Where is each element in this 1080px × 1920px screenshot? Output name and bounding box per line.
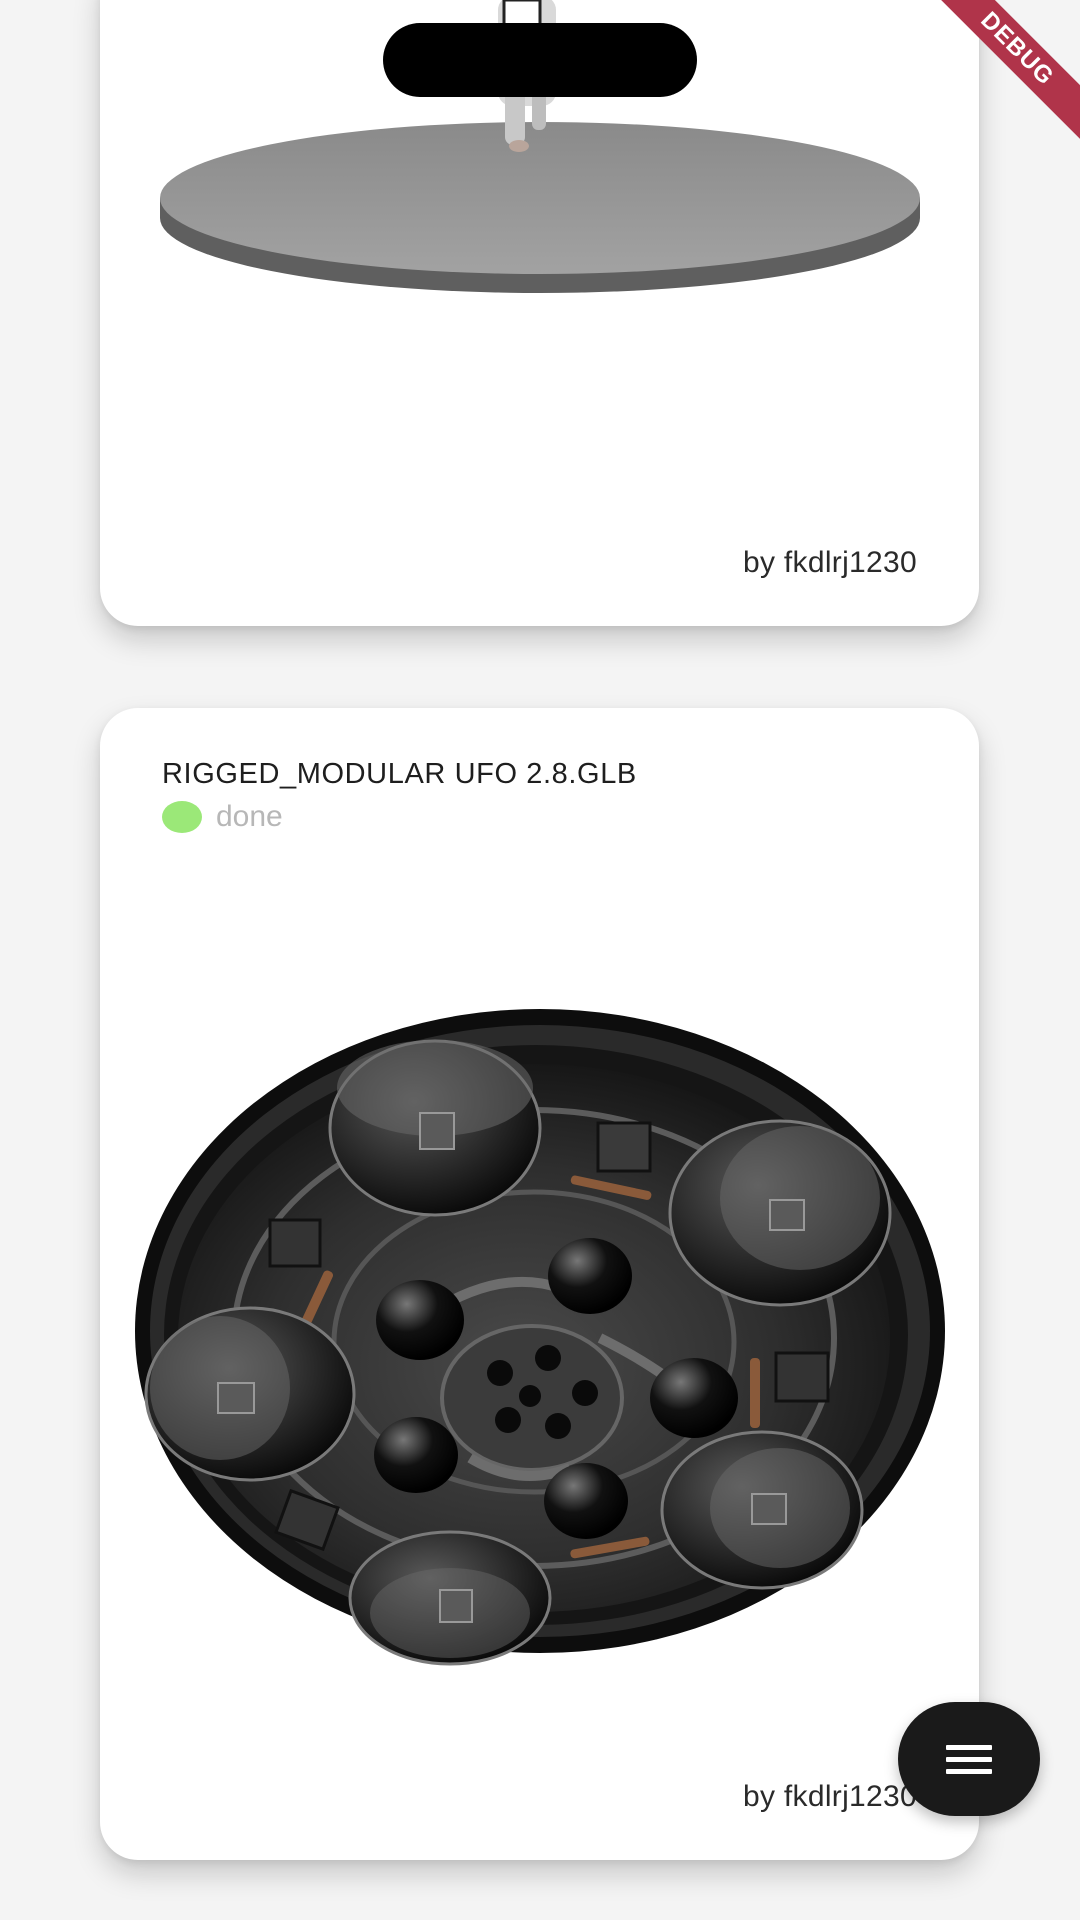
model-card[interactable]: RIGGED_MODULAR UFO 2.8.GLB done by fkdlr…: [100, 708, 979, 1860]
author-label: by fkdlrj1230: [743, 1780, 917, 1813]
model-viewer[interactable]: [100, 708, 979, 1860]
debug-banner-label: DEBUG: [922, 0, 1080, 144]
model-title: RIGGED_MODULAR UFO 2.8.GLB: [162, 758, 637, 790]
author-label: by fkdlrj1230: [743, 546, 917, 579]
camera-notch: [383, 23, 697, 97]
status-dot-icon: [162, 801, 202, 833]
ufo-icon: [135, 1009, 945, 1666]
status-row: done: [162, 800, 283, 834]
status-label: done: [216, 800, 283, 833]
debug-banner: DEBUG: [920, 0, 1080, 160]
menu-icon: [946, 1738, 992, 1781]
menu-button[interactable]: [898, 1702, 1040, 1816]
